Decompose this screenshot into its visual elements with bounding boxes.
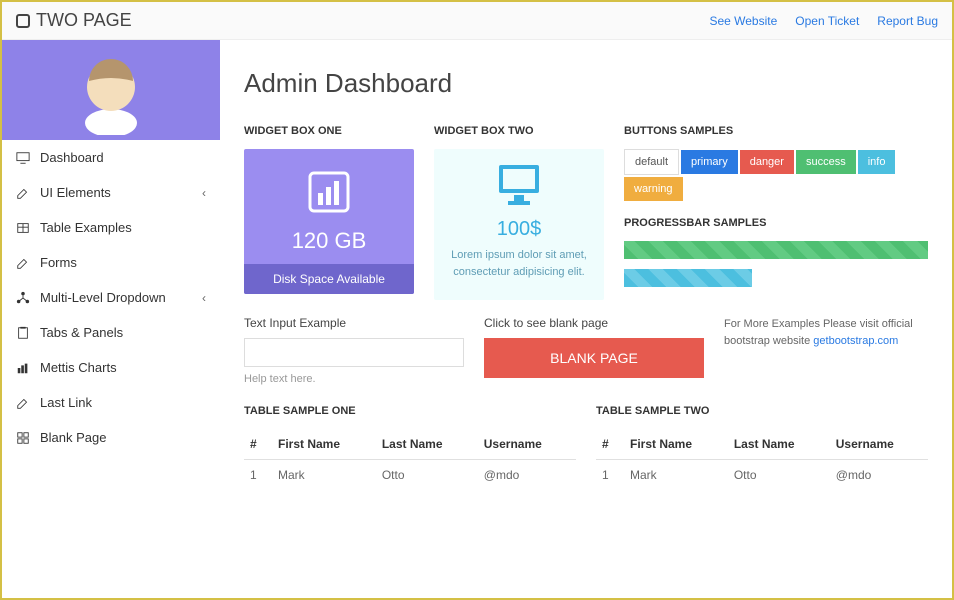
avatar-wrap <box>2 40 220 140</box>
sidebar-item-ui-elements[interactable]: UI Elements ‹ <box>2 175 220 210</box>
edit-icon <box>16 256 30 270</box>
official-note: For More Examples Please visit official … <box>724 316 928 349</box>
info-button[interactable]: info <box>858 150 896 174</box>
edit-icon <box>16 186 30 200</box>
sidebar-item-label: Dashboard <box>40 150 104 165</box>
progress-1 <box>624 241 928 259</box>
see-website-link[interactable]: See Website <box>709 14 777 28</box>
td-username: @mdo <box>830 460 928 491</box>
blank-page-button[interactable]: BLANK PAGE <box>484 338 704 378</box>
sidebar-item-forms[interactable]: Forms <box>2 245 220 280</box>
th-lastname: Last Name <box>376 429 478 460</box>
sidebar-item-blank-page[interactable]: Blank Page <box>2 420 220 455</box>
sidebar-item-label: Last Link <box>40 395 92 410</box>
th-firstname: First Name <box>624 429 728 460</box>
widget-two-value: 100$ <box>442 218 596 241</box>
table-row: 1 Mark Otto @mdo <box>244 460 576 491</box>
grid-icon <box>16 431 30 445</box>
button-samples-row: default primary danger success info warn… <box>624 149 928 201</box>
table-one: # First Name Last Name Username 1 Mark O… <box>244 429 576 490</box>
sidebar-item-label: Forms <box>40 255 77 270</box>
brand-name: TWO PAGE <box>36 10 132 31</box>
table-header-row: # First Name Last Name Username <box>596 429 928 460</box>
open-ticket-link[interactable]: Open Ticket <box>795 14 859 28</box>
widget-one-title: WIDGET BOX ONE <box>244 125 414 137</box>
th-lastname: Last Name <box>728 429 830 460</box>
widget-one-caption: Disk Space Available <box>244 264 414 294</box>
chevron-left-icon: ‹ <box>202 186 206 200</box>
td-num: 1 <box>244 460 272 491</box>
sidebar-item-table-examples[interactable]: Table Examples <box>2 210 220 245</box>
avatar <box>76 45 146 135</box>
report-bug-link[interactable]: Report Bug <box>877 14 938 28</box>
widget-two: 100$ Lorem ipsum dolor sit amet, consect… <box>434 149 604 300</box>
sidebar-item-label: Blank Page <box>40 430 107 445</box>
widget-one: 120 GB Disk Space Available <box>244 149 414 294</box>
widget-two-desc: Lorem ipsum dolor sit amet, consectetur … <box>442 247 596 280</box>
brand[interactable]: TWO PAGE <box>16 10 132 31</box>
bar-chart-icon <box>244 149 414 228</box>
blank-page-label: Click to see blank page <box>484 316 704 330</box>
td-num: 1 <box>596 460 624 491</box>
brand-icon <box>16 14 30 28</box>
main: Admin Dashboard WIDGET BOX ONE 120 GB Di… <box>220 40 952 598</box>
toplinks: See Website Open Ticket Report Bug <box>709 14 938 28</box>
danger-button[interactable]: danger <box>740 150 794 174</box>
th-username: Username <box>478 429 576 460</box>
td-lastname: Otto <box>376 460 478 491</box>
th-num: # <box>244 429 272 460</box>
table-row: 1 Mark Otto @mdo <box>596 460 928 491</box>
td-firstname: Mark <box>624 460 728 491</box>
sidebar-item-label: Table Examples <box>40 220 132 235</box>
table-icon <box>16 221 30 235</box>
getbootstrap-link[interactable]: getbootstrap.com <box>813 335 898 347</box>
table-header-row: # First Name Last Name Username <box>244 429 576 460</box>
sidebar-item-label: Tabs & Panels <box>40 325 123 340</box>
widget-one-value: 120 GB <box>244 228 414 264</box>
sidebar-item-last-link[interactable]: Last Link <box>2 385 220 420</box>
td-lastname: Otto <box>728 460 830 491</box>
chart-icon <box>16 361 30 375</box>
sidebar-item-label: Mettis Charts <box>40 360 117 375</box>
widget-two-title: WIDGET BOX TWO <box>434 125 604 137</box>
topbar: TWO PAGE See Website Open Ticket Report … <box>2 2 952 40</box>
buttons-title: BUTTONS SAMPLES <box>624 125 928 137</box>
sidebar: Dashboard UI Elements ‹ Table Examples F… <box>2 40 220 598</box>
table-two: # First Name Last Name Username 1 Mark O… <box>596 429 928 490</box>
nav: Dashboard UI Elements ‹ Table Examples F… <box>2 140 220 455</box>
clipboard-icon <box>16 326 30 340</box>
default-button[interactable]: default <box>624 149 679 175</box>
edit-icon <box>16 396 30 410</box>
progressbar-title: PROGRESSBAR SAMPLES <box>624 217 928 229</box>
chevron-left-icon: ‹ <box>202 291 206 305</box>
progress-2 <box>624 269 752 287</box>
td-username: @mdo <box>478 460 576 491</box>
sidebar-item-dashboard[interactable]: Dashboard <box>2 140 220 175</box>
table-one-title: TABLE SAMPLE ONE <box>244 405 576 417</box>
progress-bar-green <box>624 241 928 259</box>
progress-bar-blue <box>624 269 752 287</box>
page-title: Admin Dashboard <box>244 68 928 99</box>
th-username: Username <box>830 429 928 460</box>
monitor-icon <box>16 151 30 165</box>
help-text: Help text here. <box>244 373 464 385</box>
primary-button[interactable]: primary <box>681 150 738 174</box>
text-input-label: Text Input Example <box>244 316 464 330</box>
sidebar-item-tabs-panels[interactable]: Tabs & Panels <box>2 315 220 350</box>
table-two-title: TABLE SAMPLE TWO <box>596 405 928 417</box>
sidebar-item-mettis-charts[interactable]: Mettis Charts <box>2 350 220 385</box>
th-firstname: First Name <box>272 429 376 460</box>
sidebar-item-label: Multi-Level Dropdown <box>40 290 166 305</box>
warning-button[interactable]: warning <box>624 177 683 201</box>
text-input[interactable] <box>244 338 464 367</box>
sitemap-icon <box>16 291 30 305</box>
sidebar-item-multi-level-dropdown[interactable]: Multi-Level Dropdown ‹ <box>2 280 220 315</box>
th-num: # <box>596 429 624 460</box>
sidebar-item-label: UI Elements <box>40 185 111 200</box>
success-button[interactable]: success <box>796 150 856 174</box>
desktop-icon <box>442 163 596 210</box>
td-firstname: Mark <box>272 460 376 491</box>
